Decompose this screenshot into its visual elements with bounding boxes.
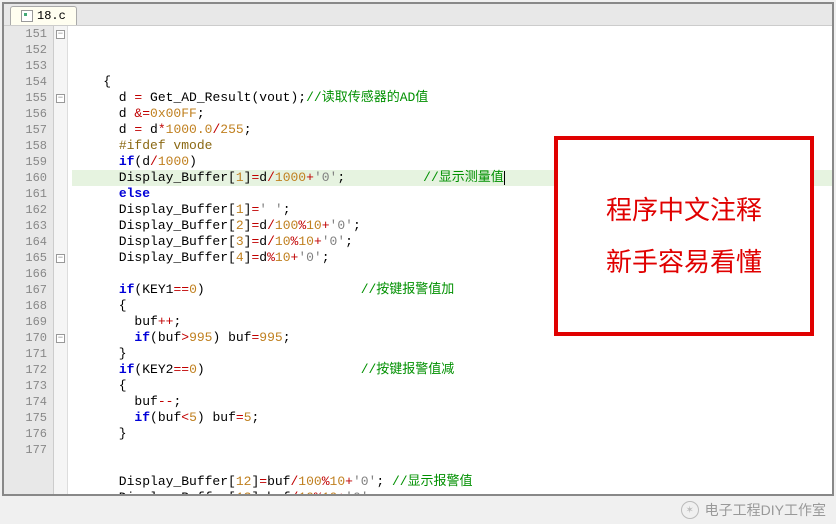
editor-area: 1511521531541551561571581591601611621631… bbox=[4, 26, 832, 494]
tab-bar: 18.c bbox=[4, 4, 832, 26]
fold-cell bbox=[54, 58, 67, 74]
fold-gutter: − − − − bbox=[54, 26, 68, 494]
fold-cell bbox=[54, 42, 67, 58]
line-number: 159 bbox=[4, 154, 47, 170]
fold-cell bbox=[54, 378, 67, 394]
annotation-overlay: 程序中文注释 新手容易看懂 bbox=[554, 136, 814, 336]
fold-cell bbox=[54, 346, 67, 362]
text-cursor bbox=[504, 171, 505, 185]
fold-cell bbox=[54, 426, 67, 442]
fold-toggle-icon[interactable]: − bbox=[56, 254, 65, 263]
line-number: 172 bbox=[4, 362, 47, 378]
line-number: 175 bbox=[4, 410, 47, 426]
fold-cell bbox=[54, 138, 67, 154]
fold-cell bbox=[54, 186, 67, 202]
code-line[interactable]: Display_Buffer[13]=buf/10%10+'0'; bbox=[72, 490, 832, 494]
fold-cell bbox=[54, 234, 67, 250]
fold-cell bbox=[54, 298, 67, 314]
line-number: 151 bbox=[4, 26, 47, 42]
line-number: 171 bbox=[4, 346, 47, 362]
fold-cell[interactable]: − bbox=[54, 250, 67, 266]
line-number: 154 bbox=[4, 74, 47, 90]
fold-cell bbox=[54, 410, 67, 426]
line-number: 155 bbox=[4, 90, 47, 106]
code-line[interactable]: Display_Buffer[12]=buf/100%10+'0'; //显示报… bbox=[72, 474, 832, 490]
code-line[interactable]: } bbox=[72, 426, 832, 442]
fold-cell bbox=[54, 122, 67, 138]
fold-cell[interactable]: − bbox=[54, 90, 67, 106]
fold-cell bbox=[54, 202, 67, 218]
line-number: 164 bbox=[4, 234, 47, 250]
fold-cell bbox=[54, 74, 67, 90]
fold-toggle-icon[interactable]: − bbox=[56, 30, 65, 39]
code-area[interactable]: 程序中文注释 新手容易看懂 { d = Get_AD_Result(vout);… bbox=[68, 26, 832, 494]
line-number: 160 bbox=[4, 170, 47, 186]
fold-cell bbox=[54, 218, 67, 234]
annotation-line2: 新手容易看懂 bbox=[606, 254, 762, 270]
fold-cell bbox=[54, 170, 67, 186]
line-number: 162 bbox=[4, 202, 47, 218]
line-number: 168 bbox=[4, 298, 47, 314]
fold-cell bbox=[54, 154, 67, 170]
line-number: 167 bbox=[4, 282, 47, 298]
fold-cell bbox=[54, 362, 67, 378]
code-line[interactable]: buf--; bbox=[72, 394, 832, 410]
watermark: ✶ 电子工程DIY工作室 bbox=[681, 500, 826, 520]
fold-cell bbox=[54, 394, 67, 410]
line-number: 156 bbox=[4, 106, 47, 122]
line-number: 157 bbox=[4, 122, 47, 138]
code-line[interactable]: if(KEY2==0) //按键报警值减 bbox=[72, 362, 832, 378]
code-line[interactable]: { bbox=[72, 378, 832, 394]
tab-filename: 18.c bbox=[37, 9, 66, 23]
line-number: 170 bbox=[4, 330, 47, 346]
code-line[interactable]: d = Get_AD_Result(vout);//读取传感器的AD值 bbox=[72, 90, 832, 106]
code-line[interactable] bbox=[72, 442, 832, 458]
file-icon bbox=[21, 10, 33, 22]
fold-cell[interactable]: − bbox=[54, 330, 67, 346]
fold-cell[interactable]: − bbox=[54, 26, 67, 42]
line-number: 166 bbox=[4, 266, 47, 282]
line-number: 163 bbox=[4, 218, 47, 234]
code-line[interactable]: { bbox=[72, 74, 832, 90]
fold-cell bbox=[54, 442, 67, 458]
code-line[interactable]: if(buf<5) buf=5; bbox=[72, 410, 832, 426]
line-number: 161 bbox=[4, 186, 47, 202]
line-number: 152 bbox=[4, 42, 47, 58]
line-number: 177 bbox=[4, 442, 47, 458]
code-line[interactable]: d &=0x00FF; bbox=[72, 106, 832, 122]
line-number: 158 bbox=[4, 138, 47, 154]
fold-toggle-icon[interactable]: − bbox=[56, 334, 65, 343]
line-number: 174 bbox=[4, 394, 47, 410]
fold-cell bbox=[54, 106, 67, 122]
fold-toggle-icon[interactable]: − bbox=[56, 94, 65, 103]
line-number: 173 bbox=[4, 378, 47, 394]
line-number: 165 bbox=[4, 250, 47, 266]
line-number: 169 bbox=[4, 314, 47, 330]
wechat-icon: ✶ bbox=[681, 501, 699, 519]
line-number-gutter: 1511521531541551561571581591601611621631… bbox=[4, 26, 54, 494]
watermark-text: 电子工程DIY工作室 bbox=[705, 500, 826, 520]
fold-cell bbox=[54, 266, 67, 282]
line-number: 153 bbox=[4, 58, 47, 74]
fold-cell bbox=[54, 282, 67, 298]
code-line[interactable]: } bbox=[72, 346, 832, 362]
code-line[interactable] bbox=[72, 458, 832, 474]
ide-window: 18.c 15115215315415515615715815916016116… bbox=[2, 2, 834, 496]
line-number: 176 bbox=[4, 426, 47, 442]
annotation-line1: 程序中文注释 bbox=[606, 202, 762, 218]
fold-cell bbox=[54, 314, 67, 330]
file-tab[interactable]: 18.c bbox=[10, 6, 77, 25]
